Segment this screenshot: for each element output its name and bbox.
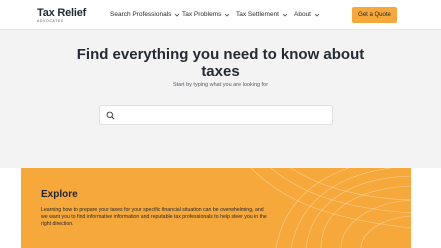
explore-description: Learning how to prepare your taxes for y… [41, 207, 267, 227]
get-a-quote-button[interactable]: Get a Quote [352, 7, 397, 23]
search-box[interactable] [99, 105, 333, 125]
nav-search-professionals[interactable]: Search Professionals [110, 11, 180, 18]
nav-label: Tax Settlement [236, 11, 279, 18]
nav-label: About [294, 11, 311, 18]
nav-about[interactable]: About [294, 11, 320, 18]
chevron-down-icon [175, 13, 180, 17]
hero-subtitle: Start by typing what you are looking for [172, 82, 269, 88]
logo-tagline: ADVOCATES [37, 19, 64, 23]
explore-section: Explore Learning how to prepare your tax… [21, 168, 411, 248]
explore-title: Explore [41, 189, 78, 200]
chevron-down-icon [314, 13, 320, 17]
hero-section: Find everything you need to know about t… [0, 30, 441, 168]
hero-title: Find everything you need to know about t… [76, 46, 365, 80]
nav-tax-problems[interactable]: Tax Problems [182, 11, 230, 18]
nav-label: Search Professionals [110, 11, 172, 18]
logo[interactable]: Tax Relief ADVOCATES [37, 7, 87, 25]
logo-text: Tax Relief [37, 7, 87, 19]
search-input[interactable] [118, 109, 328, 122]
site-header: Tax Relief ADVOCATES Search Professional… [0, 0, 441, 30]
chevron-down-icon [282, 13, 288, 17]
chevron-down-icon [225, 13, 230, 17]
nav-label: Tax Problems [182, 11, 222, 18]
nav-tax-settlement[interactable]: Tax Settlement [236, 11, 288, 18]
search-icon [106, 111, 115, 120]
